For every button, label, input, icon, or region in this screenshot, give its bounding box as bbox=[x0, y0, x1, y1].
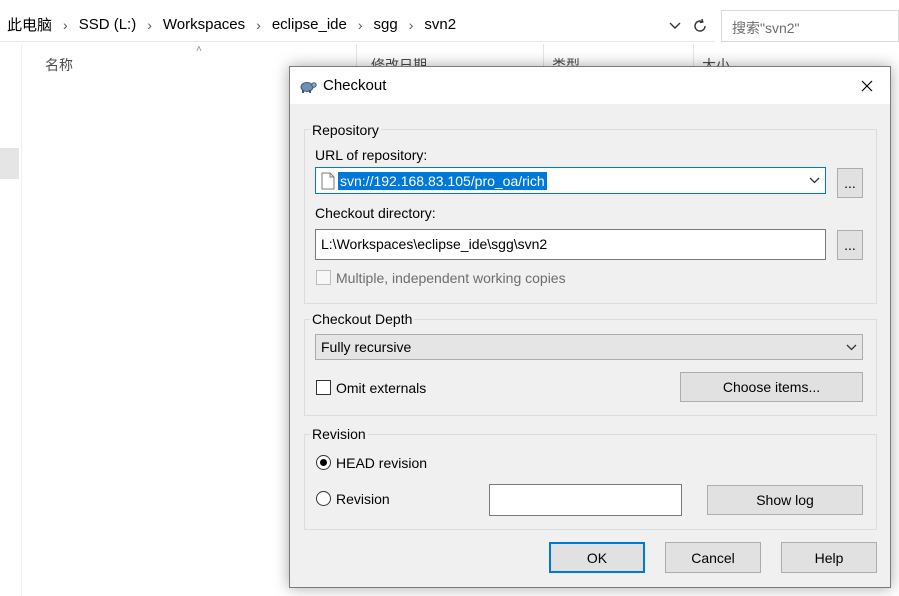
checkout-dir-browse-button[interactable]: ... bbox=[837, 230, 863, 260]
address-history-dropdown[interactable] bbox=[663, 12, 687, 40]
column-header-name[interactable]: 名称 bbox=[45, 55, 73, 75]
omit-externals-checkbox[interactable] bbox=[316, 380, 331, 395]
show-log-button[interactable]: Show log bbox=[707, 485, 863, 515]
breadcrumb-this-pc[interactable]: 此电脑 bbox=[7, 14, 52, 35]
refresh-button[interactable] bbox=[688, 12, 712, 40]
checkout-depth-group-label: Checkout Depth bbox=[310, 311, 415, 327]
revision-group-label: Revision bbox=[310, 426, 368, 442]
breadcrumb: 此电脑 › SSD (L:) › Workspaces › eclipse_id… bbox=[0, 14, 456, 35]
breadcrumb-eclipse-ide[interactable]: eclipse_ide bbox=[272, 16, 347, 33]
chevron-down-icon bbox=[846, 344, 856, 350]
head-revision-radio[interactable] bbox=[316, 455, 331, 470]
multiple-working-copies-label: Multiple, independent working copies bbox=[336, 270, 566, 286]
multiple-working-copies-checkbox[interactable] bbox=[316, 270, 331, 285]
url-dropdown-arrow[interactable] bbox=[803, 168, 825, 193]
url-value[interactable]: svn://192.168.83.105/pro_oa/rich bbox=[338, 171, 547, 190]
ok-button[interactable]: OK bbox=[549, 542, 645, 573]
omit-externals-label: Omit externals bbox=[336, 380, 427, 396]
sort-up-icon: ˄ bbox=[196, 44, 202, 55]
tortoise-icon bbox=[299, 77, 317, 95]
cancel-button[interactable]: Cancel bbox=[665, 542, 761, 573]
nav-pane-selected-item[interactable] bbox=[0, 148, 19, 179]
revision-radio[interactable] bbox=[316, 491, 331, 506]
close-icon bbox=[861, 80, 873, 91]
breadcrumb-svn2[interactable]: svn2 bbox=[424, 16, 456, 33]
chevron-right-icon[interactable]: › bbox=[147, 17, 152, 33]
chevron-down-icon bbox=[809, 177, 819, 184]
chevron-right-icon[interactable]: › bbox=[256, 17, 261, 33]
search-input[interactable]: 搜索"svn2" bbox=[721, 10, 899, 42]
file-icon bbox=[321, 172, 335, 189]
dialog-titlebar[interactable]: Checkout bbox=[290, 67, 890, 104]
choose-items-button[interactable]: Choose items... bbox=[680, 372, 863, 402]
head-revision-label: HEAD revision bbox=[336, 455, 428, 471]
dialog-title: Checkout bbox=[323, 77, 387, 94]
depth-select-value: Fully recursive bbox=[321, 339, 412, 355]
checkout-dir-input[interactable]: L:\Workspaces\eclipse_ide\sgg\svn2 bbox=[315, 229, 826, 260]
chevron-right-icon[interactable]: › bbox=[409, 17, 414, 33]
chevron-right-icon[interactable]: › bbox=[63, 17, 68, 33]
help-button[interactable]: Help bbox=[781, 542, 877, 573]
url-label: URL of repository: bbox=[315, 147, 428, 163]
depth-select[interactable]: Fully recursive bbox=[315, 334, 863, 360]
chevron-right-icon[interactable]: › bbox=[358, 17, 363, 33]
repository-group-label: Repository bbox=[310, 122, 381, 138]
radio-selected-dot bbox=[320, 459, 327, 466]
breadcrumb-sgg[interactable]: sgg bbox=[374, 16, 398, 33]
chevron-down-icon bbox=[669, 22, 681, 29]
depth-dropdown-arrow[interactable] bbox=[840, 335, 862, 359]
address-bar[interactable]: 此电脑 › SSD (L:) › Workspaces › eclipse_id… bbox=[0, 8, 714, 42]
refresh-icon bbox=[694, 18, 706, 32]
url-browse-button[interactable]: ... bbox=[837, 168, 863, 198]
nav-pane-divider bbox=[21, 44, 22, 596]
url-combobox[interactable]: svn://192.168.83.105/pro_oa/rich bbox=[315, 167, 826, 194]
checkout-dir-label: Checkout directory: bbox=[315, 205, 436, 221]
breadcrumb-workspaces[interactable]: Workspaces bbox=[163, 16, 245, 33]
close-button[interactable] bbox=[844, 67, 890, 104]
checkout-dialog: Checkout Repository URL of repository: s… bbox=[289, 66, 891, 588]
breadcrumb-ssd[interactable]: SSD (L:) bbox=[79, 16, 137, 33]
revision-label: Revision bbox=[336, 491, 390, 507]
revision-input[interactable] bbox=[489, 484, 682, 516]
